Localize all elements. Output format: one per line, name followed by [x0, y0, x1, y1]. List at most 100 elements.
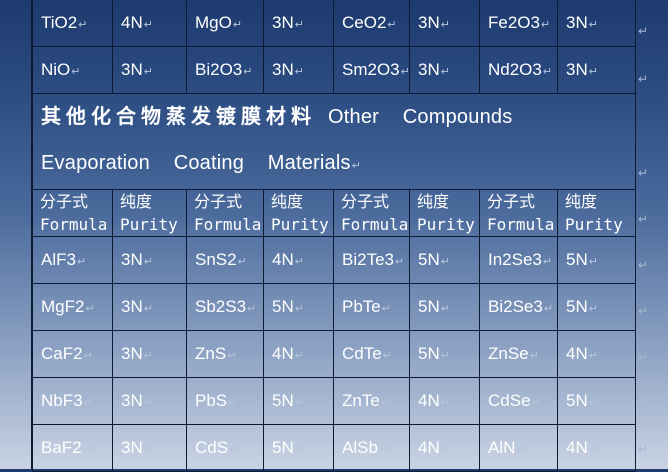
formula-cell-text: Bi2Se3: [488, 297, 543, 316]
header-purity-cn: 纯度: [120, 192, 153, 211]
purity-cell: 5N↵: [557, 283, 636, 331]
paragraph-mark-icon: ↵: [440, 19, 450, 31]
table-row: TiO2↵ 4N↵ MgO↵ 3N↵ CeO2↵ 3N↵ Fe2O3↵ 3N↵: [32, 0, 636, 47]
formula-cell: CdSe↵: [479, 377, 558, 425]
purity-cell: 3N↵: [112, 283, 187, 331]
paragraph-mark-icon: ↵: [228, 397, 238, 409]
formula-cell-text: NiO: [41, 60, 71, 79]
table-top-rows: TiO2↵ 4N↵ MgO↵ 3N↵ CeO2↵ 3N↵ Fe2O3↵ 3N↵ NiO↵ 3N↵ B…: [32, 0, 636, 94]
purity-cell-text: 4N: [272, 344, 294, 363]
formula-cell-text: CdSe: [488, 391, 531, 410]
paragraph-mark-icon: ↵: [294, 444, 304, 456]
paragraph-mark-icon: ↵: [378, 444, 389, 456]
table-row: NiO↵ 3N↵ Bi2O3↵ 3N↵ Sm2O3↵ 3N↵ Nd2O3↵ 3N↵: [32, 46, 636, 94]
formula-cell-text: Fe2O3: [488, 13, 540, 32]
formula-cell: CaF2↵: [32, 330, 113, 378]
purity-cell: 5N↵: [409, 283, 480, 331]
paragraph-mark-icon: ↵: [143, 256, 153, 268]
formula-cell-text: MgO: [195, 13, 232, 32]
formula-cell-text: PbTe: [342, 297, 381, 316]
header-purity-cell: 纯度 Purity: [557, 189, 636, 237]
header-formula-en: Formula: [487, 215, 555, 234]
purity-cell-text: 3N: [121, 344, 143, 363]
purity-cell: 3N↵: [263, 46, 334, 94]
formula-cell: TiO2↵: [32, 0, 113, 47]
table-body-rows: AlF3↵ 3N↵ SnS2↵ 4N↵ Bi2Te3↵ 5N↵ In2Se3↵ 5N↵ MgF2…: [32, 236, 636, 472]
paragraph-mark-icon: ↵: [294, 397, 304, 409]
formula-cell-text: ZnTe: [342, 391, 380, 410]
paragraph-mark-icon: ↵: [382, 350, 392, 362]
paragraph-mark-icon: ↵: [638, 442, 649, 456]
purity-cell: 5N↵: [557, 377, 636, 425]
materials-table-sheet: TiO2↵ 4N↵ MgO↵ 3N↵ CeO2↵ 3N↵ Fe2O3↵ 3N↵ NiO↵ 3N↵ B…: [31, 0, 636, 472]
paragraph-mark-icon: ↵: [542, 256, 553, 268]
header-purity-cn: 纯度: [417, 192, 450, 211]
paragraph-mark-icon: ↵: [540, 19, 551, 31]
formula-cell-text: MgF2: [41, 297, 85, 316]
paragraph-mark-icon: ↵: [588, 19, 598, 31]
formula-cell-text: CaF2: [41, 344, 83, 363]
formula-cell: CdS↵: [186, 424, 264, 472]
formula-cell: CdTe↵: [333, 330, 410, 378]
purity-cell: 4N↵: [409, 377, 480, 425]
formula-cell-text: AlN: [488, 438, 516, 457]
header-formula-cn: 分子式: [341, 192, 390, 211]
header-formula-en: Formula: [341, 215, 409, 234]
purity-cell: 3N↵: [112, 236, 187, 284]
formula-cell: AlF3↵: [32, 236, 113, 284]
formula-cell-text: Sm2O3: [342, 60, 400, 79]
formula-cell-text: NbF3: [41, 391, 83, 410]
purity-cell: 3N↵: [409, 0, 480, 47]
purity-cell: 5N↵: [263, 377, 334, 425]
formula-cell-text: PbS: [195, 391, 228, 410]
purity-cell-text: 4N: [566, 344, 588, 363]
formula-cell: ZnSe↵: [479, 330, 558, 378]
formula-cell-text: ZnS: [195, 344, 227, 363]
paragraph-mark-icon: ↵: [588, 303, 598, 315]
paragraph-mark-icon: ↵: [440, 397, 450, 409]
purity-cell: 3N↵: [112, 330, 187, 378]
purity-cell: 5N↵: [409, 236, 480, 284]
header-purity-cn: 纯度: [565, 192, 598, 211]
purity-cell: 3N↵: [557, 0, 636, 47]
paragraph-mark-icon: ↵: [638, 212, 649, 226]
formula-cell: In2Se3↵: [479, 236, 558, 284]
purity-cell-text: 3N: [121, 438, 143, 457]
table-row: BaF2↵ 3N↵ CdS↵ 5N↵ AlSb↵ 4N↵ AlN↵ 4N↵: [32, 424, 636, 472]
paragraph-mark-icon: ↵: [294, 256, 304, 268]
table-header-row: 分子式 Formula 纯度 Purity 分子式 Formula 纯度 Purity 分子式 F…: [32, 189, 636, 237]
paragraph-mark-icon: ↵: [76, 256, 87, 268]
formula-cell: Bi2O3↵: [186, 46, 264, 94]
header-purity-en: Purity: [271, 215, 329, 234]
paragraph-mark-icon: ↵: [229, 444, 239, 456]
paragraph-mark-icon: ↵: [440, 444, 450, 456]
paragraph-mark-icon: ↵: [71, 66, 81, 78]
formula-cell: Fe2O3↵: [479, 0, 558, 47]
purity-cell-text: 5N: [566, 297, 588, 316]
formula-cell-text: ZnSe: [488, 344, 529, 363]
paragraph-mark-icon: ↵: [294, 303, 304, 315]
paragraph-mark-icon: ↵: [83, 350, 93, 362]
header-formula-en: Formula: [194, 215, 262, 234]
purity-cell: 3N↵: [112, 46, 187, 94]
paragraph-mark-icon: ↵: [85, 303, 95, 315]
header-formula-cell: 分子式 Formula: [333, 189, 410, 237]
header-purity-en: Purity: [417, 215, 475, 234]
paragraph-mark-icon: ↵: [440, 256, 450, 268]
paragraph-mark-icon: ↵: [143, 397, 153, 409]
paragraph-mark-icon: ↵: [82, 444, 92, 456]
purity-cell: 5N↵: [557, 236, 636, 284]
paragraph-mark-icon: ↵: [227, 350, 237, 362]
paragraph-mark-icon: ↵: [387, 19, 397, 31]
purity-cell: 3N↵: [112, 377, 187, 425]
purity-cell-text: 5N: [272, 297, 294, 316]
table-row: CaF2↵ 3N↵ ZnS↵ 4N↵ CdTe↵ 5N↵ ZnSe↵ 4N↵: [32, 330, 636, 378]
purity-cell: 5N↵: [263, 424, 334, 472]
table-title-section: 其他化合物蒸发镀膜材料 Other Compounds Evaporation C…: [32, 93, 636, 190]
purity-cell: 4N↵: [409, 424, 480, 472]
paragraph-mark-icon: ↵: [542, 66, 553, 78]
paragraph-mark-icon: ↵: [529, 350, 539, 362]
purity-cell: 3N↵: [263, 0, 334, 47]
paragraph-mark-icon: ↵: [588, 66, 598, 78]
formula-cell-text: In2Se3: [488, 250, 542, 269]
